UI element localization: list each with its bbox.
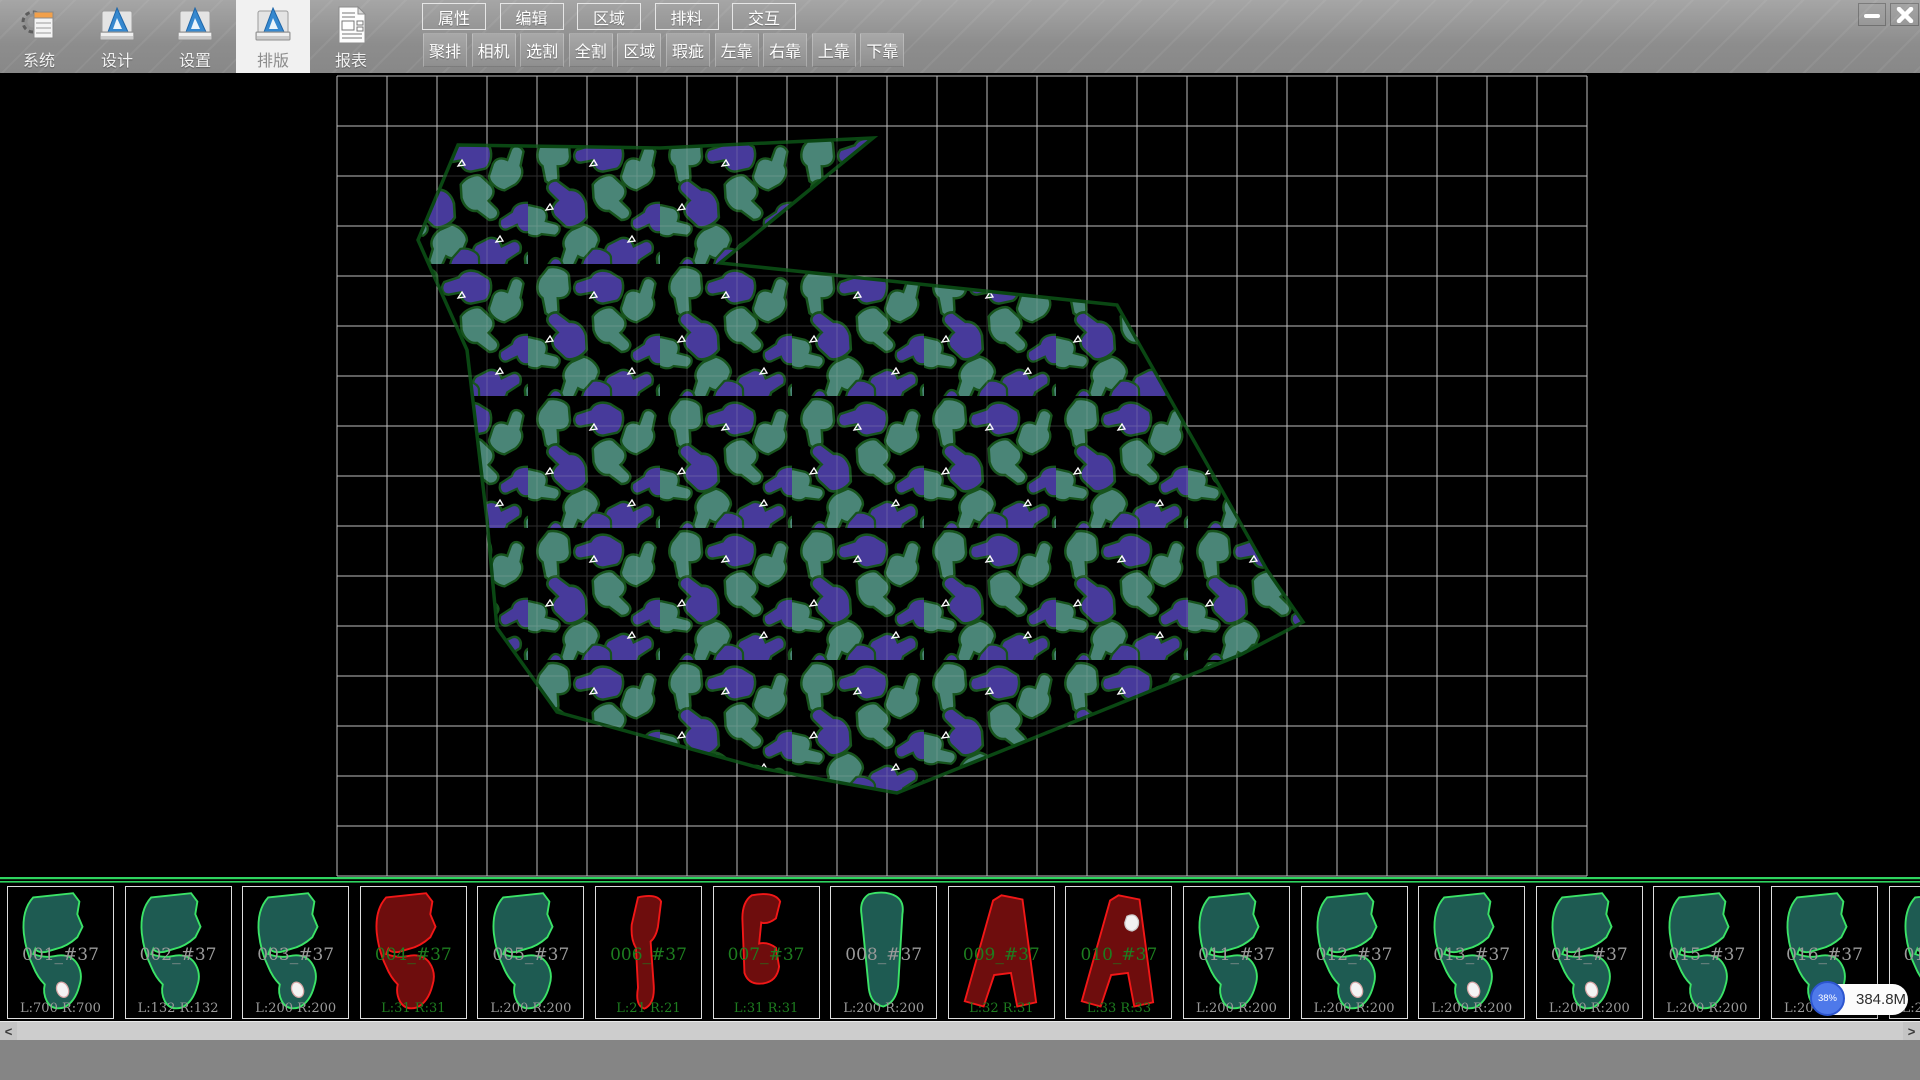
part-thumbnail-7[interactable]: 007_#37 L:31 R:31 [713,886,820,1019]
part-counts-label: L:200 R:200 [831,1001,936,1016]
part-name-label: 011_#37 [1184,945,1289,965]
menu-item-5[interactable]: 交互 [732,3,796,30]
menu-item-1[interactable]: 属性 [422,3,486,30]
menu-item-4[interactable]: 排料 [655,3,719,30]
main-button-label: 排版 [257,47,289,71]
main-button-2[interactable]: 设计 [80,0,154,73]
part-counts-label: L:31 R:31 [714,1001,819,1016]
part-thumbnail-13[interactable]: 013_#37 L:200 R:200 [1418,886,1525,1019]
tool-button-8[interactable]: 右靠 [763,33,807,67]
part-name-label: 017_#37 [1890,945,1920,965]
part-counts-label: L:200 R:200 [243,1001,348,1016]
part-thumbnail-6[interactable]: 006_#37 L:21 R:21 [595,886,702,1019]
tool-button-10[interactable]: 下靠 [860,33,904,67]
part-name-label: 010_#37 [1066,945,1171,965]
part-thumbnail-2[interactable]: 002_#37 L:132 R:132 [125,886,232,1019]
part-thumbnail-5[interactable]: 005_#37 L:200 R:200 [477,886,584,1019]
report-doc-icon [330,4,372,46]
part-name-label: 007_#37 [714,945,819,965]
part-name-label: 005_#37 [478,945,583,965]
tool-button-2[interactable]: 相机 [472,33,516,67]
part-counts-label: L:200 R:200 [1302,1001,1407,1016]
main-button-label: 设置 [179,47,211,71]
memory-usage-badge[interactable]: 384.8M 38% [1810,981,1914,1019]
part-name-label: 003_#37 [243,945,348,965]
part-name-label: 006_#37 [596,945,701,965]
nesting-ruler-icon [252,4,294,46]
main-button-label: 设计 [101,47,133,71]
strip-separator-line [0,877,1920,879]
scroll-left-icon: < [5,1024,13,1039]
part-thumbnail-10[interactable]: 010_#37 L:33 R:33 [1065,886,1172,1019]
part-counts-label: L:32 R:31 [949,1001,1054,1016]
part-thumbnail-15[interactable]: 015_#37 L:200 R:200 [1653,886,1760,1019]
tool-button-6[interactable]: 瑕疵 [666,33,710,67]
part-name-label: 012_#37 [1302,945,1407,965]
memory-percent-text: 38% [1818,993,1837,1004]
part-counts-label: L:700 R:700 [8,1001,113,1016]
minimize-button[interactable] [1858,3,1886,26]
part-counts-label: L:200 R:200 [1537,1001,1642,1016]
part-thumbnail-9[interactable]: 009_#37 L:32 R:31 [948,886,1055,1019]
tool-button-4[interactable]: 全割 [569,33,613,67]
horizontal-scrollbar[interactable]: < > [0,1021,1920,1040]
part-counts-label: L:200 R:200 [1654,1001,1759,1016]
status-bar [0,1040,1920,1080]
part-thumbnail-8[interactable]: 008_#37 L:200 R:200 [830,886,937,1019]
system-gear-icon [18,4,60,46]
part-name-label: 004_#37 [361,945,466,965]
nesting-canvas[interactable] [0,73,1920,1021]
part-thumbnail-1[interactable]: 001_#37 L:700 R:700 [7,886,114,1019]
part-thumbnail-4[interactable]: 004_#37 L:31 R:31 [360,886,467,1019]
part-thumbnail-12[interactable]: 012_#37 L:200 R:200 [1301,886,1408,1019]
main-button-1[interactable]: 系统 [2,0,76,73]
application-window: 系统 设计 设置 排版 [0,0,1920,1080]
part-counts-label: L:33 R:33 [1066,1001,1171,1016]
part-counts-label: L:132 R:132 [126,1001,231,1016]
canvas-svg [0,73,1920,1021]
tool-button-1[interactable]: 聚排 [423,33,467,67]
tool-button-3[interactable]: 选割 [520,33,564,67]
tool-button-5[interactable]: 区域 [617,33,661,67]
part-thumbnail-11[interactable]: 011_#37 L:200 R:200 [1183,886,1290,1019]
main-button-4[interactable]: 排版 [236,0,310,73]
memory-percent-circle: 38% [1810,981,1845,1016]
design-ruler-icon [96,4,138,46]
scroll-left-button[interactable]: < [0,1022,17,1041]
part-name-label: 001_#37 [8,945,113,965]
main-button-3[interactable]: 设置 [158,0,232,73]
menu-item-3[interactable]: 区域 [577,3,641,30]
scroll-right-button[interactable]: > [1903,1022,1920,1041]
main-button-label: 报表 [335,47,367,71]
part-name-label: 008_#37 [831,945,936,965]
part-counts-label: L:200 R:200 [478,1001,583,1016]
minimize-icon [1863,8,1881,22]
part-name-label: 015_#37 [1654,945,1759,965]
scroll-right-icon: > [1908,1024,1916,1039]
main-button-5[interactable]: 报表 [314,0,388,73]
part-thumbnail-3[interactable]: 003_#37 L:200 R:200 [242,886,349,1019]
menu-item-2[interactable]: 编辑 [500,3,564,30]
close-button[interactable] [1890,3,1919,26]
part-name-label: 014_#37 [1537,945,1642,965]
toolbar: 系统 设计 设置 排版 [0,0,1920,73]
part-name-label: 009_#37 [949,945,1054,965]
part-thumbnail-14[interactable]: 014_#37 L:200 R:200 [1536,886,1643,1019]
part-name-label: 013_#37 [1419,945,1524,965]
tool-button-7[interactable]: 左靠 [715,33,759,67]
part-name-label: 016_#37 [1772,945,1877,965]
part-name-label: 002_#37 [126,945,231,965]
part-counts-label: L:21 R:21 [596,1001,701,1016]
settings-ruler-icon [174,4,216,46]
main-button-label: 系统 [23,47,55,71]
close-icon [1896,7,1914,23]
part-counts-label: L:31 R:31 [361,1001,466,1016]
part-counts-label: L:200 R:200 [1184,1001,1289,1016]
part-counts-label: L:200 R:200 [1419,1001,1524,1016]
tool-button-9[interactable]: 上靠 [812,33,856,67]
